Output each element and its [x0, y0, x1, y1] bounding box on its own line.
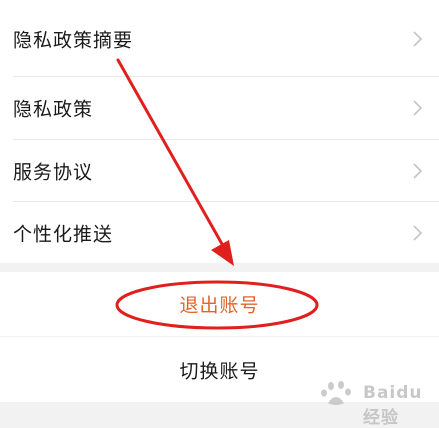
- baidu-jingyan-watermark: Baidu经验: [319, 379, 427, 428]
- menu-item-label: 隐私政策: [13, 98, 94, 121]
- chevron-right-icon: [413, 31, 423, 47]
- settings-menu-group: 隐私政策摘要 隐私政策 服务协议 个性化推送: [0, 0, 439, 263]
- chevron-right-icon: [413, 163, 423, 179]
- menu-item-label: 服务协议: [13, 161, 94, 184]
- menu-item-label: 隐私政策摘要: [13, 29, 134, 52]
- logout-button[interactable]: 退出账号: [0, 272, 439, 336]
- watermark-text: Baidu经验: [363, 383, 423, 428]
- menu-item-privacy-summary[interactable]: 隐私政策摘要: [0, 8, 439, 70]
- chevron-right-icon: [413, 225, 423, 241]
- menu-item-service-agreement[interactable]: 服务协议: [0, 140, 439, 202]
- menu-item-personalized-push[interactable]: 个性化推送: [0, 202, 439, 264]
- chevron-right-icon: [413, 100, 423, 116]
- paw-logo-icon: [321, 381, 351, 405]
- logout-label: 退出账号: [179, 294, 260, 317]
- menu-item-label: 个性化推送: [13, 223, 114, 246]
- menu-item-privacy-policy[interactable]: 隐私政策: [0, 77, 439, 139]
